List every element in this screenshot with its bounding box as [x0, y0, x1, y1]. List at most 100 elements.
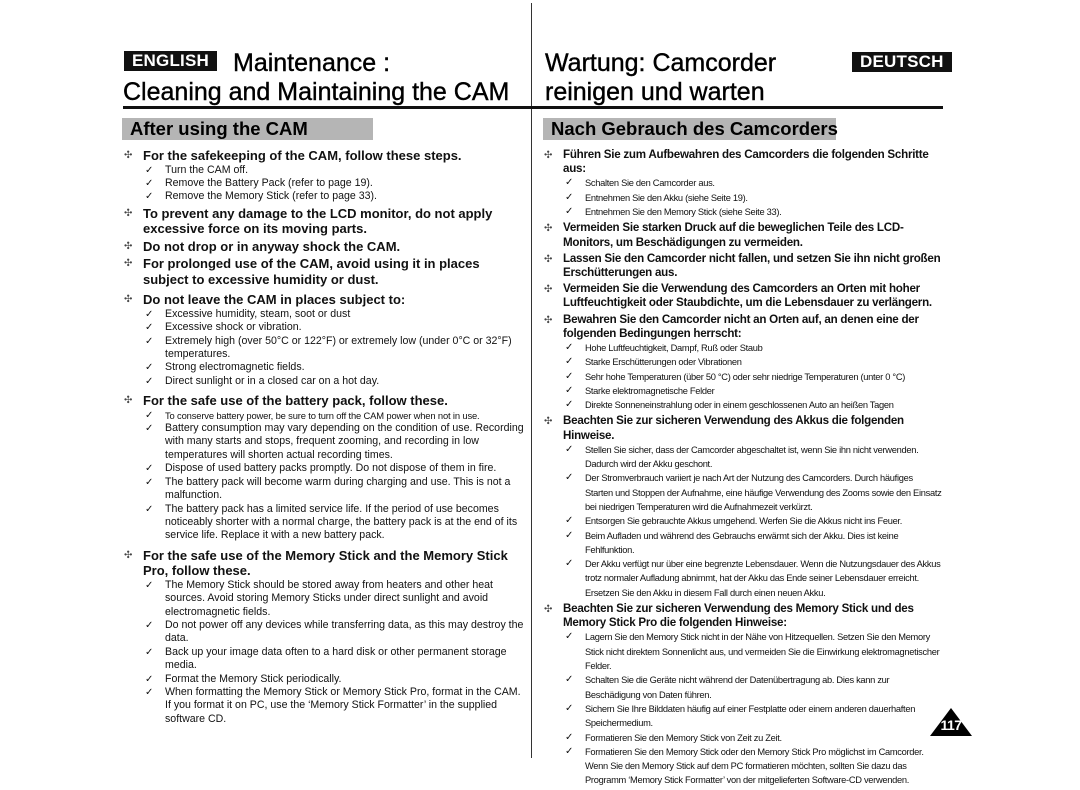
bullet-icon: ✣ — [544, 150, 553, 161]
sub-item-text: Excessive humidity, steam, soot or dust — [165, 307, 351, 320]
checkmark-icon: ✓ — [565, 443, 574, 455]
sub-list-item: ✓ Extremely high (over 50°C or 122°F) or … — [143, 335, 527, 362]
sub-list-item: ✓ The Memory Stick should be stored away … — [143, 579, 527, 619]
sub-list-item: ✓ Dispose of used battery packs promptly.… — [143, 462, 527, 475]
sub-item-text: Starke Erschütterungen oder Vibrationen — [585, 357, 742, 368]
checkmark-icon: ✓ — [565, 191, 574, 203]
list-item: ✣ For prolonged use of the CAM, avoid usi… — [122, 256, 527, 287]
sub-list-item: ✓ Stellen Sie sicher, dass der Camcorder … — [563, 443, 942, 472]
checkmark-icon: ✓ — [145, 375, 154, 387]
bullet-icon: ✣ — [544, 253, 553, 265]
page-number-badge: 117 — [930, 708, 972, 736]
item-heading: For the safe use of the battery pack, fo… — [143, 393, 448, 409]
sub-item-text: Formatieren Sie den Memory Stick oder de… — [585, 746, 924, 786]
checkmark-icon: ✓ — [565, 702, 574, 714]
sub-list: ✓ Schalten Sie den Camcorder aus. ✓ Entnehm… — [563, 176, 942, 219]
list-item: ✣ For the safe use of the Memory Stick an… — [122, 548, 527, 726]
bullet-icon: ✣ — [544, 284, 553, 296]
sub-item-text: Entsorgen Sie gebrauchte Akkus umgehend.… — [585, 516, 902, 527]
list-item: ✣ Vermeiden Sie die Verwendung des Camcor… — [542, 282, 942, 310]
checkmark-icon: ✓ — [565, 356, 574, 368]
sub-list-item: ✓ Beim Aufladen und während des Gebrauchs… — [563, 529, 942, 558]
list-item: ✣ Beachten Sie zur sicheren Verwendung de… — [542, 414, 942, 600]
sub-list: ✓ Turn the CAM off. ✓ Remove the Battery Pa… — [143, 164, 527, 204]
sub-list-item: ✓ Entnehmen Sie den Memory Stick (siehe S… — [563, 205, 942, 219]
bullet-icon: ✣ — [124, 240, 133, 252]
sub-list: ✓ Hohe Luftfeuchtigkeit, Dampf, Ruß oder … — [563, 341, 942, 412]
checkmark-icon: ✓ — [565, 731, 574, 743]
sub-item-text: Hohe Luftfeuchtigkeit, Dampf, Ruß oder S… — [585, 342, 763, 353]
checkmark-icon: ✓ — [145, 646, 154, 658]
sub-list-item: ✓ Turn the CAM off. — [143, 164, 527, 177]
sub-list-item: ✓ Back up your image data often to a hard… — [143, 646, 527, 673]
sub-list-item: ✓ Schalten Sie den Camcorder aus. — [563, 176, 942, 190]
sub-list-item: ✓ Excessive shock or vibration. — [143, 321, 527, 334]
sub-list-item: ✓ To conserve battery power, be sure to t… — [143, 409, 527, 422]
item-heading: For the safe use of the Memory Stick and… — [143, 547, 508, 579]
sub-item-text: To conserve battery power, be sure to tu… — [165, 409, 480, 421]
item-heading: Vermeiden Sie starken Druck auf die bewe… — [563, 221, 904, 249]
checkmark-icon: ✓ — [145, 362, 154, 374]
checkmark-icon: ✓ — [145, 423, 154, 435]
sub-list-item: ✓ Lagern Sie den Memory Stick nicht in de… — [563, 630, 942, 673]
sub-item-text: Sehr hohe Temperaturen (über 50 °C) oder… — [585, 371, 906, 382]
sub-list-item: ✓ Sichern Sie Ihre Bilddaten häufig auf e… — [563, 702, 942, 731]
sub-list-item: ✓ Entsorgen Sie gebrauchte Akkus umgehend… — [563, 514, 942, 528]
bullet-icon: ✣ — [544, 223, 553, 235]
english-language-badge: ENGLISH — [124, 51, 217, 71]
checkmark-icon: ✓ — [145, 673, 154, 685]
checkmark-icon: ✓ — [145, 463, 154, 475]
sub-list-item: ✓ Formatieren Sie den Memory Stick von Ze… — [563, 731, 942, 745]
sub-item-text: Format the Memory Stick periodically. — [165, 672, 342, 685]
german-title-line1: Wartung: Camcorder — [545, 49, 777, 77]
checkmark-icon: ✓ — [565, 206, 574, 217]
sub-item-text: When formatting the Memory Stick or Memo… — [165, 685, 521, 725]
sub-list-item: ✓ The battery pack will become warm durin… — [143, 476, 527, 503]
sub-item-text: Entnehmen Sie den Memory Stick (siehe Se… — [585, 207, 782, 217]
sub-list-item: ✓ Strong electromagnetic fields. — [143, 361, 527, 374]
sub-list-item: ✓ Direkte Sonneneinstrahlung oder in eine… — [563, 398, 942, 412]
sub-list-item: ✓ Do not power off any devices while tran… — [143, 619, 527, 646]
checkmark-icon: ✓ — [145, 476, 154, 488]
item-heading: Beachten Sie zur sicheren Verwendung des… — [563, 602, 914, 630]
list-item: ✣ Lassen Sie den Camcorder nicht fallen, … — [542, 252, 942, 280]
item-heading: Vermeiden Sie die Verwendung des Camcord… — [563, 282, 932, 310]
sub-item-text: The battery pack has a limited service l… — [165, 502, 518, 542]
sub-list-item: ✓ Der Stromverbrauch variiert je nach Art… — [563, 471, 942, 514]
checkmark-icon: ✓ — [145, 619, 154, 631]
sub-item-text: Direkte Sonneneinstrahlung oder in einem… — [585, 400, 894, 411]
checkmark-icon: ✓ — [565, 631, 574, 643]
sub-list-item: ✓ When formatting the Memory Stick or Mem… — [143, 686, 527, 726]
german-title-line2: reinigen und warten — [545, 78, 765, 106]
sub-item-text: Formatieren Sie den Memory Stick von Zei… — [585, 732, 782, 743]
checkmark-icon: ✓ — [565, 558, 574, 570]
english-section-title: After using the CAM — [122, 118, 373, 140]
sub-list-item: ✓ Format the Memory Stick periodically. — [143, 673, 527, 686]
checkmark-icon: ✓ — [145, 409, 154, 421]
sub-list: ✓ To conserve battery power, be sure to t… — [143, 409, 527, 543]
bullet-icon: ✣ — [124, 395, 133, 407]
checkmark-icon: ✓ — [565, 177, 574, 189]
sub-list-item: ✓ Entnehmen Sie den Akku (siehe Seite 19)… — [563, 191, 942, 205]
english-title-line2: Cleaning and Maintaining the CAM — [123, 78, 510, 106]
checkmark-icon: ✓ — [565, 674, 574, 686]
checkmark-icon: ✓ — [565, 399, 574, 411]
list-item: ✣ To prevent any damage to the LCD monito… — [122, 206, 527, 237]
sub-item-text: Sichern Sie Ihre Bilddaten häufig auf ei… — [585, 703, 916, 729]
bullet-icon: ✣ — [124, 549, 133, 561]
bullet-icon: ✣ — [124, 150, 133, 161]
sub-item-text: Lagern Sie den Memory Stick nicht in der… — [585, 632, 940, 672]
sub-item-text: Remove the Battery Pack (refer to page 1… — [165, 176, 373, 189]
checkmark-icon: ✓ — [565, 341, 574, 353]
list-item: ✣ Do not leave the CAM in places subject … — [122, 292, 527, 388]
sub-item-text: Remove the Memory Stick (refer to page 3… — [165, 190, 377, 203]
checkmark-icon: ✓ — [145, 164, 154, 176]
sub-item-text: Schalten Sie die Geräte nicht während de… — [585, 675, 890, 700]
sub-item-text: Extremely high (over 50°C or 122°F) or e… — [165, 334, 512, 360]
item-heading: Lassen Sie den Camcorder nicht fallen, u… — [563, 251, 941, 279]
checkmark-icon: ✓ — [565, 515, 574, 527]
sub-list-item: ✓ Schalten Sie die Geräte nicht während d… — [563, 673, 942, 702]
checkmark-icon: ✓ — [145, 503, 154, 515]
